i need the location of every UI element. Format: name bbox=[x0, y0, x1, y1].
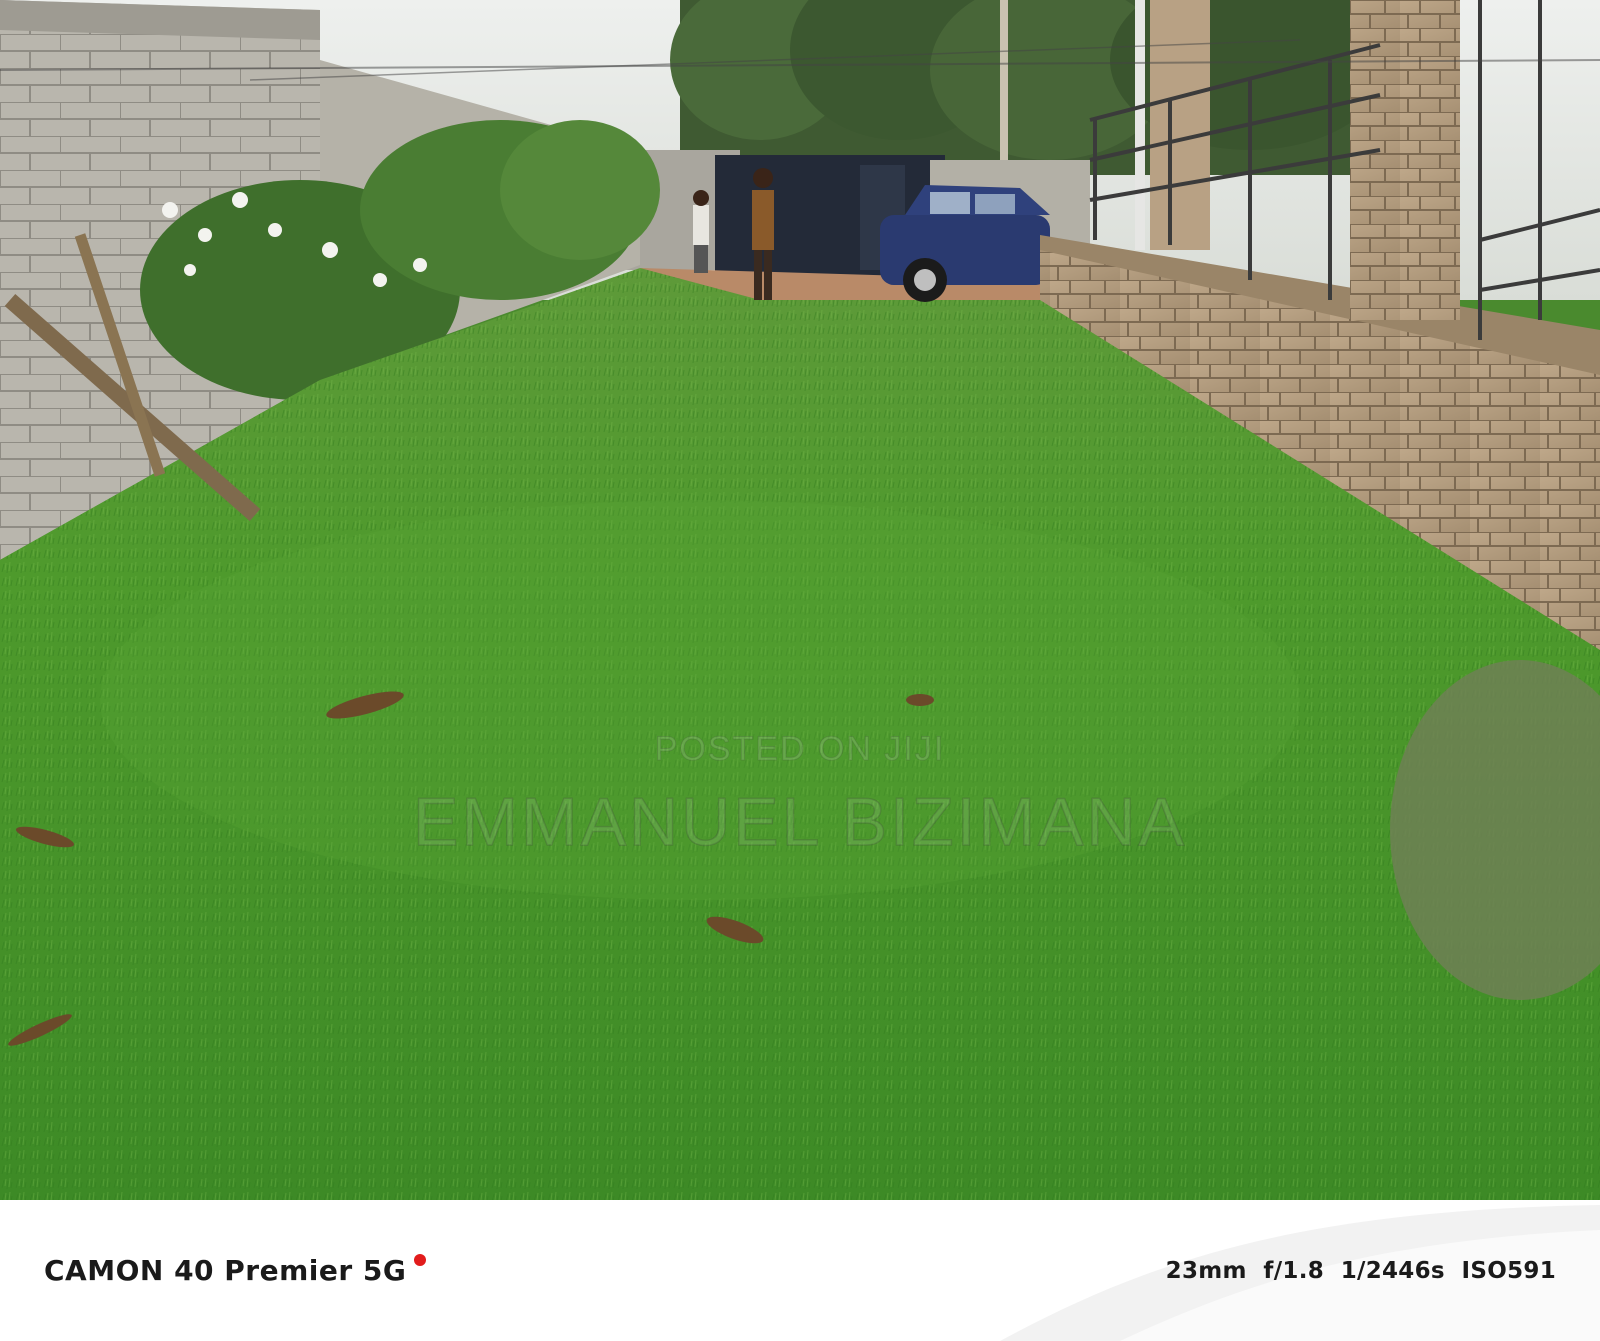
camera-model-label: CAMON 40 Premier 5G bbox=[44, 1254, 427, 1287]
background-trees bbox=[670, 0, 1390, 175]
photo-scene bbox=[0, 0, 1600, 1200]
photo: POSTED ON JIJI EMMANUEL BIZIMANA bbox=[0, 0, 1600, 1200]
red-dot-icon bbox=[414, 1254, 427, 1266]
camera-model-text: CAMON 40 Premier 5G bbox=[44, 1254, 407, 1287]
camera-info-bar: CAMON 40 Premier 5G 23mm f/1.8 1/2446s I… bbox=[0, 1200, 1600, 1341]
exif-info: 23mm f/1.8 1/2446s ISO591 bbox=[1165, 1258, 1556, 1284]
